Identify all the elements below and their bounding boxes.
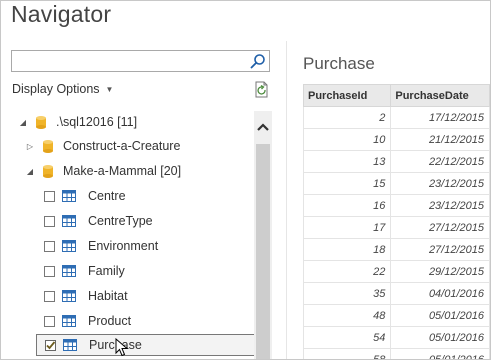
table-checkbox[interactable] [44, 290, 55, 302]
table-checkbox[interactable] [44, 315, 55, 327]
window-title: Navigator [11, 1, 112, 27]
database-icon [43, 164, 53, 178]
cell-purchase-id[interactable]: 13 [302, 150, 392, 173]
search-box[interactable] [11, 50, 270, 72]
expanded-arrow-icon[interactable]: ◢ [18, 118, 28, 127]
refresh-icon[interactable] [254, 81, 270, 99]
cell-purchase-date[interactable]: 05/01/2016 [390, 304, 490, 327]
table-icon [62, 265, 76, 277]
cell-purchase-id[interactable]: 17 [302, 216, 392, 239]
database-icon [36, 115, 46, 129]
tree-item-label: Make-a-Mammal [20] [63, 164, 182, 178]
cell-purchase-date[interactable]: 05/01/2016 [390, 348, 490, 359]
tree-item-label: .\sql12016 [11] [56, 115, 138, 129]
tree-item-table[interactable]: Habitat [44, 285, 128, 307]
cell-purchase-date[interactable]: 17/12/2015 [390, 106, 490, 129]
cell-purchase-date[interactable]: 23/12/2015 [390, 194, 490, 217]
cell-purchase-id[interactable]: 58 [302, 348, 392, 359]
table-icon [62, 240, 76, 252]
tree-item-label: Family [88, 264, 125, 278]
preview-title: Purchase [303, 54, 375, 73]
tree-item-label: CentreType [88, 214, 153, 228]
cell-purchase-date[interactable]: 23/12/2015 [390, 172, 490, 195]
table-icon [62, 290, 76, 302]
table-row: 15 23/12/2015 [302, 172, 490, 195]
table-checkbox[interactable] [44, 190, 55, 202]
table-row: 13 22/12/2015 [302, 150, 490, 173]
tree-item-label: Centre [88, 189, 126, 203]
table-row: 54 05/01/2016 [302, 326, 490, 349]
scroll-up-icon[interactable] [254, 119, 272, 137]
tree-item-label: Construct-a-Creature [63, 139, 181, 153]
panel-divider [286, 41, 287, 359]
cell-purchase-id[interactable]: 22 [302, 260, 392, 283]
search-input[interactable] [12, 51, 250, 71]
table-row: 22 29/12/2015 [302, 260, 490, 283]
table-row: 35 04/01/2016 [302, 282, 490, 305]
tree-item-label: Product [88, 314, 132, 328]
table-checkbox[interactable] [44, 215, 55, 227]
cell-purchase-date[interactable]: 22/12/2015 [390, 150, 490, 173]
collapsed-arrow-icon[interactable]: ▷ [25, 142, 35, 151]
cell-purchase-date[interactable]: 05/01/2016 [390, 326, 490, 349]
table-row: 48 05/01/2016 [302, 304, 490, 327]
cell-purchase-id[interactable]: 15 [302, 172, 392, 195]
table-icon [62, 215, 76, 227]
tree-item-table[interactable]: CentreType [44, 210, 153, 232]
tree-item-table[interactable]: Environment [44, 235, 158, 257]
tree-item-server[interactable]: ◢ .\sql12016 [11] [18, 111, 137, 133]
cell-purchase-date[interactable]: 27/12/2015 [390, 238, 490, 261]
cell-purchase-id[interactable]: 2 [302, 106, 392, 129]
table-row: 2 17/12/2015 [302, 106, 490, 129]
cell-purchase-date[interactable]: 21/12/2015 [390, 128, 490, 151]
tree-item-table[interactable]: Centre [44, 185, 126, 207]
table-row: 10 21/12/2015 [302, 128, 490, 151]
expanded-arrow-icon[interactable]: ◢ [25, 167, 35, 176]
database-icon [43, 139, 53, 153]
chevron-down-icon: ▼ [105, 85, 114, 95]
preview-table: PurchaseId PurchaseDate 2 17/12/2015 10 21/… [302, 84, 490, 359]
cell-purchase-id[interactable]: 35 [302, 282, 392, 305]
table-row: 18 27/12/2015 [302, 238, 490, 261]
search-icon[interactable] [250, 53, 266, 69]
table-checkbox[interactable] [44, 265, 55, 277]
cell-purchase-date[interactable]: 04/01/2016 [390, 282, 490, 305]
table-checkbox[interactable] [44, 240, 55, 252]
table-row: 58 05/01/2016 [302, 348, 490, 359]
tree-item-database[interactable]: ▷ Construct-a-Creature [25, 135, 180, 157]
table-icon [62, 190, 76, 202]
tree-item-table[interactable]: Family [44, 260, 125, 282]
tree-item-label: Environment [88, 239, 159, 253]
table-row: 17 27/12/2015 [302, 216, 490, 239]
cell-purchase-id[interactable]: 18 [302, 238, 392, 261]
table-icon [62, 315, 76, 327]
mouse-cursor-icon [115, 338, 129, 357]
column-header[interactable]: PurchaseId [302, 84, 392, 107]
navigator-window: Navigator Display Options ▼ ◢ .\sql12016 … [0, 0, 491, 360]
tree-item-label: Habitat [88, 289, 128, 303]
table-row: 16 23/12/2015 [302, 194, 490, 217]
cell-purchase-id[interactable]: 16 [302, 194, 392, 217]
tree-item-database[interactable]: ◢ Make-a-Mammal [20] [25, 160, 181, 182]
column-header[interactable]: PurchaseDate [390, 84, 490, 107]
cell-purchase-date[interactable]: 27/12/2015 [390, 216, 490, 239]
display-options-dropdown[interactable]: Display Options ▼ [12, 82, 113, 96]
tree-item-table[interactable]: Purchase [36, 334, 255, 356]
display-options-label: Display Options [12, 82, 100, 96]
cell-purchase-id[interactable]: 10 [302, 128, 392, 151]
scrollbar-thumb[interactable] [256, 144, 270, 359]
cell-purchase-id[interactable]: 54 [302, 326, 392, 349]
table-icon [63, 339, 77, 351]
table-checkbox[interactable] [45, 339, 56, 351]
cell-purchase-id[interactable]: 48 [302, 304, 392, 327]
cell-purchase-date[interactable]: 29/12/2015 [390, 260, 490, 283]
tree-item-table[interactable]: Product [44, 310, 131, 332]
